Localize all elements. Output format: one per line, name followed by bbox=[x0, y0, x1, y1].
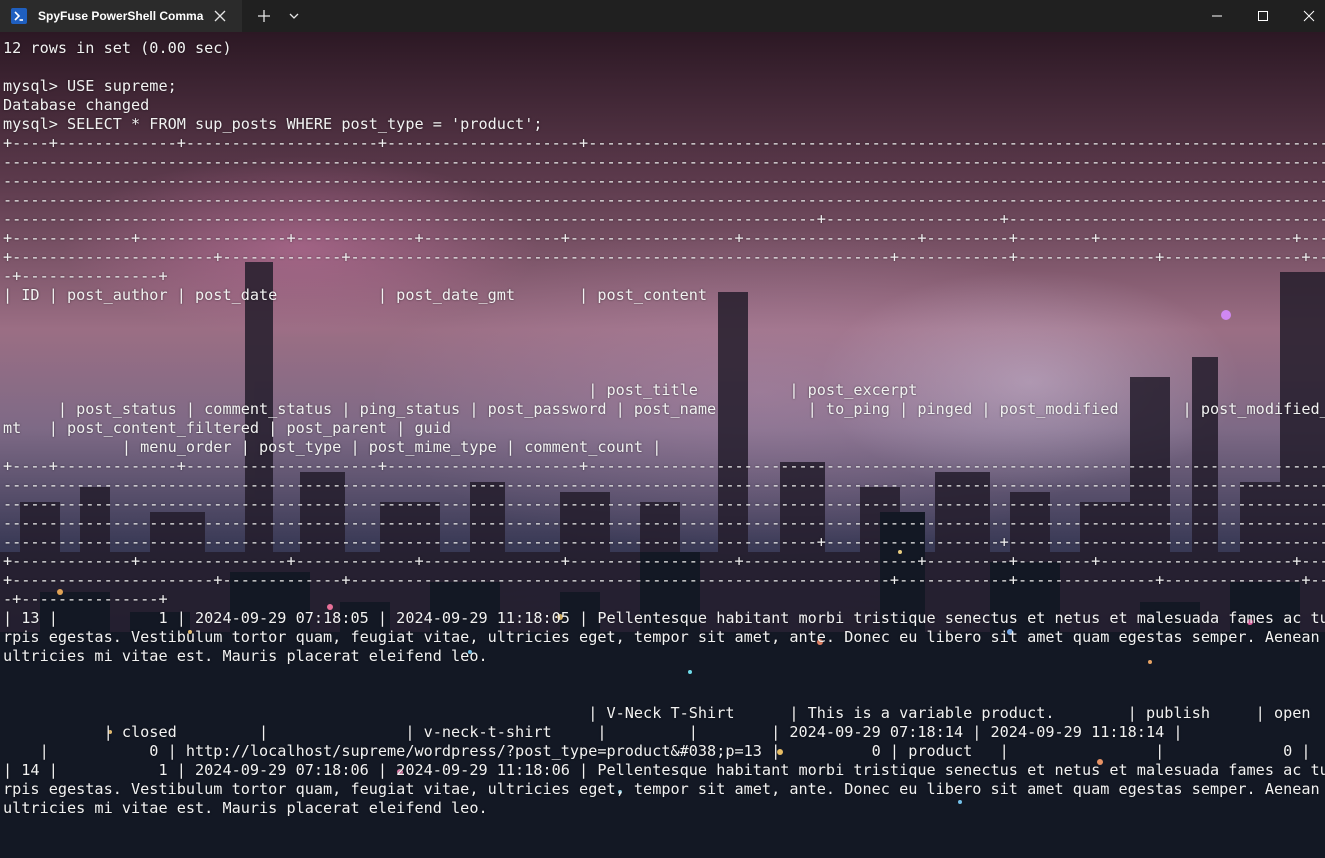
terminal-line: +----------------------+-------------+--… bbox=[3, 571, 1325, 589]
close-icon bbox=[1303, 10, 1315, 22]
terminal-line: 12 rows in set (0.00 sec) bbox=[3, 39, 232, 57]
terminal-line: ----------------------------------------… bbox=[3, 172, 1325, 190]
powershell-icon bbox=[11, 8, 27, 24]
terminal-line: | 0 | http://localhost/supreme/wordpress… bbox=[39, 742, 1311, 760]
terminal-line: | post_status | comment_status | ping_st… bbox=[57, 400, 1325, 418]
terminal-line: ultricies mi vitae est. Mauris placerat … bbox=[3, 647, 488, 665]
terminal-line: +-------------+----------------+--------… bbox=[3, 552, 1325, 570]
terminal-line: ----------------------------------------… bbox=[3, 533, 1325, 551]
title-bar[interactable]: SpyFuse PowerShell Command bbox=[0, 0, 1325, 32]
terminal-line: | closed | | v-neck-t-shirt | | | 2024-0… bbox=[103, 723, 1183, 741]
terminal-line: rpis egestas. Vestibulum tortor quam, fe… bbox=[3, 628, 1320, 646]
terminal-line: ----------------------------------------… bbox=[3, 153, 1325, 171]
terminal-line: mt | post_content_filtered | post_parent… bbox=[3, 419, 452, 437]
maximize-icon bbox=[1258, 11, 1268, 21]
terminal-line: ----------------------------------------… bbox=[3, 191, 1325, 209]
tab-title: SpyFuse PowerShell Command bbox=[38, 9, 204, 23]
terminal-pane[interactable]: 12 rows in set (0.00 sec) mysql> USE sup… bbox=[0, 32, 1325, 858]
terminal-line: +----------------------+-------------+--… bbox=[3, 248, 1325, 266]
chevron-down-icon[interactable] bbox=[286, 8, 302, 24]
terminal-line: +----+-------------+--------------------… bbox=[3, 134, 1325, 152]
terminal-line: +----+-------------+--------------------… bbox=[3, 457, 1325, 475]
terminal-line: | 14 | 1 | 2024-09-29 07:18:06 | 2024-09… bbox=[3, 761, 1325, 779]
terminal-line: | V-Neck T-Shirt | This is a variable pr… bbox=[588, 704, 1311, 722]
maximize-button[interactable] bbox=[1240, 0, 1286, 32]
terminal-line: | ID | post_author | post_date | post_da… bbox=[3, 286, 708, 304]
terminal-line: rpis egestas. Vestibulum tortor quam, fe… bbox=[3, 780, 1320, 798]
terminal-output: 12 rows in set (0.00 sec) mysql> USE sup… bbox=[3, 39, 1325, 818]
terminal-line: Database changed bbox=[3, 96, 150, 114]
terminal-line: ultricies mi vitae est. Mauris placerat … bbox=[3, 799, 488, 817]
tab-powershell[interactable]: SpyFuse PowerShell Command bbox=[0, 0, 242, 32]
terminal-line: -+---------------+ bbox=[3, 590, 168, 608]
terminal-line: ----------------------------------------… bbox=[3, 210, 1325, 228]
terminal-line: ----------------------------------------… bbox=[3, 514, 1325, 532]
close-icon[interactable] bbox=[212, 8, 228, 24]
terminal-line: mysql> USE supreme; bbox=[3, 77, 177, 95]
terminal-line: | post_title | post_excerpt bbox=[588, 381, 918, 399]
terminal-line: ----------------------------------------… bbox=[3, 495, 1325, 513]
terminal-line: | menu_order | post_type | post_mime_typ… bbox=[121, 438, 662, 456]
terminal-line: | 13 | 1 | 2024-09-29 07:18:05 | 2024-09… bbox=[3, 609, 1325, 627]
minimize-button[interactable] bbox=[1194, 0, 1240, 32]
terminal-line: mysql> SELECT * FROM sup_posts WHERE pos… bbox=[3, 115, 543, 133]
minimize-icon bbox=[1212, 15, 1222, 17]
terminal-line: -+---------------+ bbox=[3, 267, 168, 285]
terminal-line: +-------------+----------------+--------… bbox=[3, 229, 1325, 247]
terminal-line: ----------------------------------------… bbox=[3, 476, 1325, 494]
plus-icon[interactable] bbox=[256, 8, 272, 24]
window-close-button[interactable] bbox=[1286, 0, 1325, 32]
